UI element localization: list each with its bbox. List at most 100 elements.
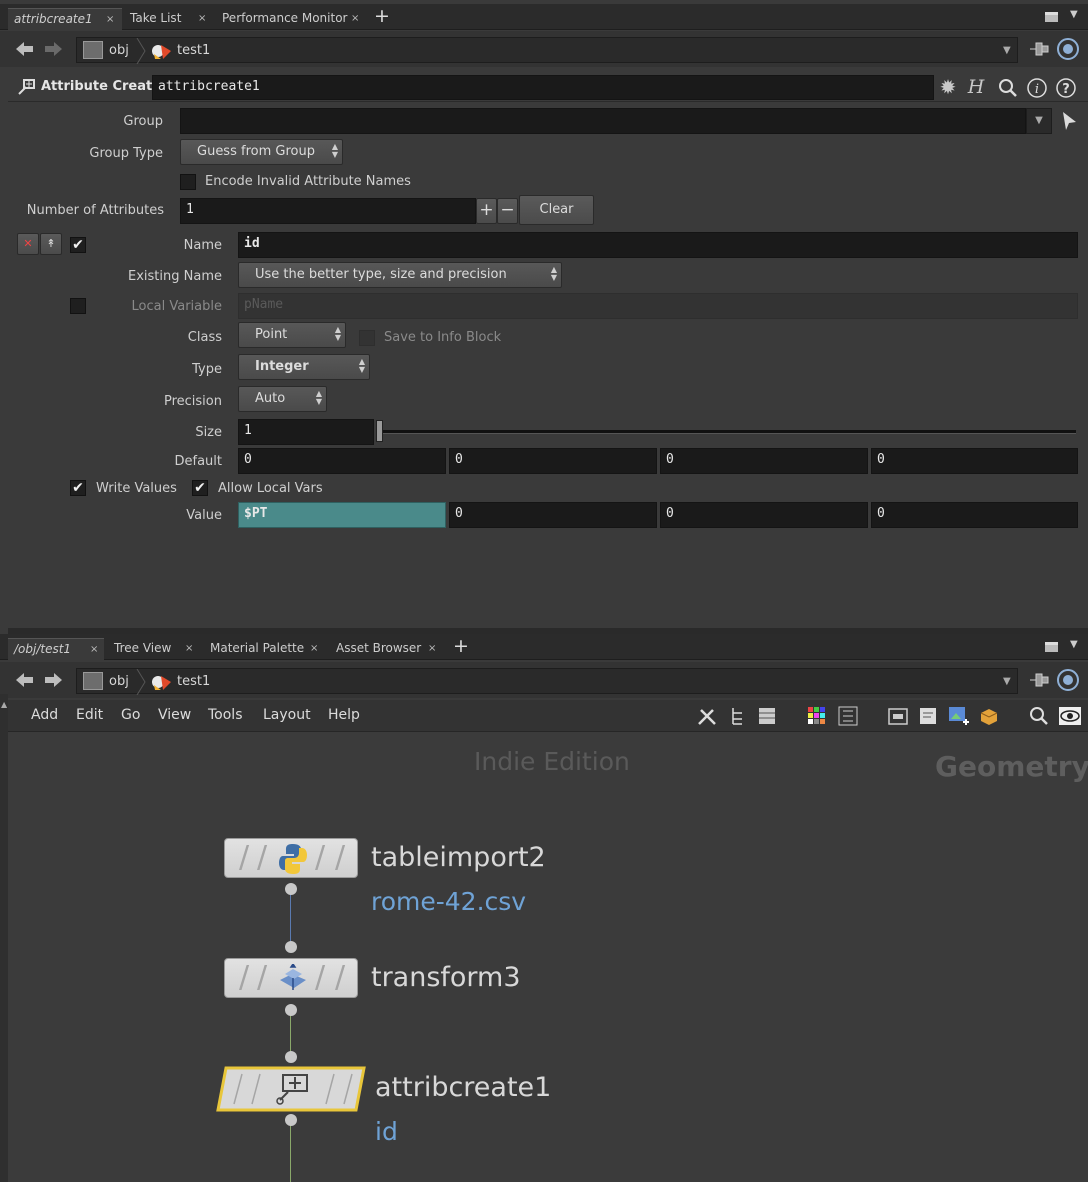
precision-menu[interactable]: Auto ▲ ▼: [238, 386, 327, 412]
value-field-1[interactable]: $PT: [238, 502, 446, 528]
close-tab-icon[interactable]: ×: [310, 643, 318, 654]
path-dropdown-icon[interactable]: ▼: [1003, 676, 1011, 687]
tab-material-palette[interactable]: Material Palette ×: [204, 638, 326, 660]
node-output-connector[interactable]: [285, 883, 297, 895]
local-variable-checkbox[interactable]: [70, 298, 86, 314]
tab-take-list[interactable]: Take List ×: [124, 8, 214, 30]
node-attribcreate1[interactable]: [216, 1066, 366, 1112]
close-tab-icon[interactable]: ×: [428, 643, 436, 654]
path-dropdown-icon[interactable]: ▼: [1003, 45, 1011, 56]
tree-layout-icon[interactable]: [728, 705, 748, 727]
pin-icon[interactable]: [1028, 40, 1050, 58]
existing-name-menu[interactable]: Use the better type, size and precision …: [238, 262, 562, 288]
default-field-2[interactable]: 0: [449, 448, 657, 474]
tools-icon[interactable]: [696, 705, 718, 727]
node-output-connector[interactable]: [285, 1004, 297, 1016]
menu-edit[interactable]: Edit: [76, 707, 103, 723]
path-field[interactable]: obj test1 ▼: [76, 668, 1018, 695]
node-input-connector[interactable]: [285, 1051, 297, 1063]
node-name-field[interactable]: attribcreate1: [152, 75, 934, 100]
write-values-checkbox[interactable]: ✔: [70, 480, 86, 496]
add-attribute-button[interactable]: +: [476, 198, 497, 224]
add-tab-icon[interactable]: +: [453, 635, 469, 657]
close-tab-icon[interactable]: ×: [185, 643, 193, 654]
size-slider-track[interactable]: [380, 430, 1076, 434]
menu-tools[interactable]: Tools: [208, 707, 243, 723]
background-image-icon[interactable]: [947, 704, 971, 728]
menu-go[interactable]: Go: [121, 707, 140, 723]
link-swirl-icon[interactable]: [1056, 668, 1080, 692]
path-segment-node[interactable]: test1: [177, 674, 210, 689]
shape-palette-icon[interactable]: [837, 705, 859, 727]
group-dropdown-icon[interactable]: ▼: [1026, 108, 1052, 134]
sticky-note-icon[interactable]: [917, 705, 939, 727]
list-view-icon[interactable]: [757, 705, 777, 727]
add-tab-icon[interactable]: +: [374, 5, 390, 27]
close-tab-icon[interactable]: ×: [351, 13, 359, 24]
link-swirl-icon[interactable]: [1056, 37, 1080, 61]
clear-button[interactable]: Clear: [519, 195, 594, 225]
back-arrow-icon[interactable]: [12, 668, 36, 692]
network-scrollbar[interactable]: [0, 694, 8, 1182]
path-segment-obj[interactable]: obj: [109, 43, 129, 58]
search-icon[interactable]: [997, 77, 1019, 99]
allow-local-vars-checkbox[interactable]: ✔: [192, 480, 208, 496]
group-field[interactable]: [180, 108, 1026, 134]
path-segment-obj[interactable]: obj: [109, 674, 129, 689]
tab-performance-monitor[interactable]: Performance Monitor ×: [216, 8, 366, 30]
node-output-connector[interactable]: [285, 1114, 297, 1126]
help-icon[interactable]: ?: [1055, 77, 1077, 99]
eye-icon[interactable]: [1058, 705, 1082, 727]
search-icon[interactable]: [1028, 705, 1050, 727]
type-menu[interactable]: Integer ▲ ▼: [238, 354, 370, 380]
value-field-3[interactable]: 0: [660, 502, 868, 528]
network-canvas[interactable]: [8, 732, 1088, 1182]
menu-help[interactable]: Help: [328, 707, 360, 723]
select-arrow-icon[interactable]: [1060, 110, 1078, 132]
tab-tree-view[interactable]: Tree View ×: [108, 638, 198, 660]
close-tab-icon[interactable]: ×: [106, 14, 114, 25]
attribute-name-field[interactable]: id: [238, 232, 1078, 258]
pane-menu-icon[interactable]: ▼: [1070, 639, 1078, 650]
insert-instance-icon[interactable]: ↟: [40, 233, 62, 255]
tab-obj-test1[interactable]: /obj/test1 ×: [8, 638, 104, 660]
menu-layout[interactable]: Layout: [263, 707, 311, 723]
group-type-menu[interactable]: Guess from Group ▲ ▼: [180, 139, 343, 165]
node-transform3[interactable]: / / / /: [224, 958, 358, 998]
maximize-pane-icon[interactable]: [1045, 642, 1058, 652]
default-field-3[interactable]: 0: [660, 448, 868, 474]
network-box-icon[interactable]: [887, 705, 909, 727]
path-segment-node[interactable]: test1: [177, 43, 210, 58]
default-field-1[interactable]: 0: [238, 448, 446, 474]
enable-attribute-checkbox[interactable]: ✔: [70, 237, 86, 253]
houdini-help-icon[interactable]: H: [964, 75, 988, 99]
node-tableimport2[interactable]: / / / /: [224, 838, 358, 878]
close-tab-icon[interactable]: ×: [198, 13, 206, 24]
remove-attribute-button[interactable]: −: [497, 198, 518, 224]
back-arrow-icon[interactable]: [12, 37, 36, 61]
tab-asset-browser[interactable]: Asset Browser ×: [330, 638, 442, 660]
info-icon[interactable]: i: [1026, 77, 1048, 99]
node-input-connector[interactable]: [285, 941, 297, 953]
pane-menu-icon[interactable]: ▼: [1070, 9, 1078, 20]
class-menu[interactable]: Point ▲ ▼: [238, 322, 346, 348]
menu-add[interactable]: Add: [31, 707, 58, 723]
default-field-4[interactable]: 0: [871, 448, 1078, 474]
forward-arrow-icon[interactable]: [42, 37, 66, 61]
size-field[interactable]: 1: [238, 419, 374, 445]
color-palette-icon[interactable]: [806, 705, 828, 727]
save-info-block-checkbox[interactable]: [359, 330, 375, 346]
encode-invalid-checkbox[interactable]: [180, 174, 196, 190]
tab-attribcreate1[interactable]: attribcreate1 ×: [8, 8, 122, 30]
maximize-pane-icon[interactable]: [1045, 12, 1058, 22]
value-field-4[interactable]: 0: [871, 502, 1078, 528]
size-slider-handle[interactable]: [376, 420, 383, 442]
value-field-2[interactable]: 0: [449, 502, 657, 528]
scroll-up-icon[interactable]: ▲: [1, 700, 7, 709]
menu-view[interactable]: View: [158, 707, 191, 723]
remove-instance-icon[interactable]: ✕: [17, 233, 39, 255]
path-field[interactable]: obj test1 ▼: [76, 37, 1018, 64]
digital-asset-icon[interactable]: [978, 705, 1000, 727]
num-attributes-field[interactable]: 1: [180, 198, 476, 224]
gear-icon[interactable]: ✹: [936, 75, 960, 99]
